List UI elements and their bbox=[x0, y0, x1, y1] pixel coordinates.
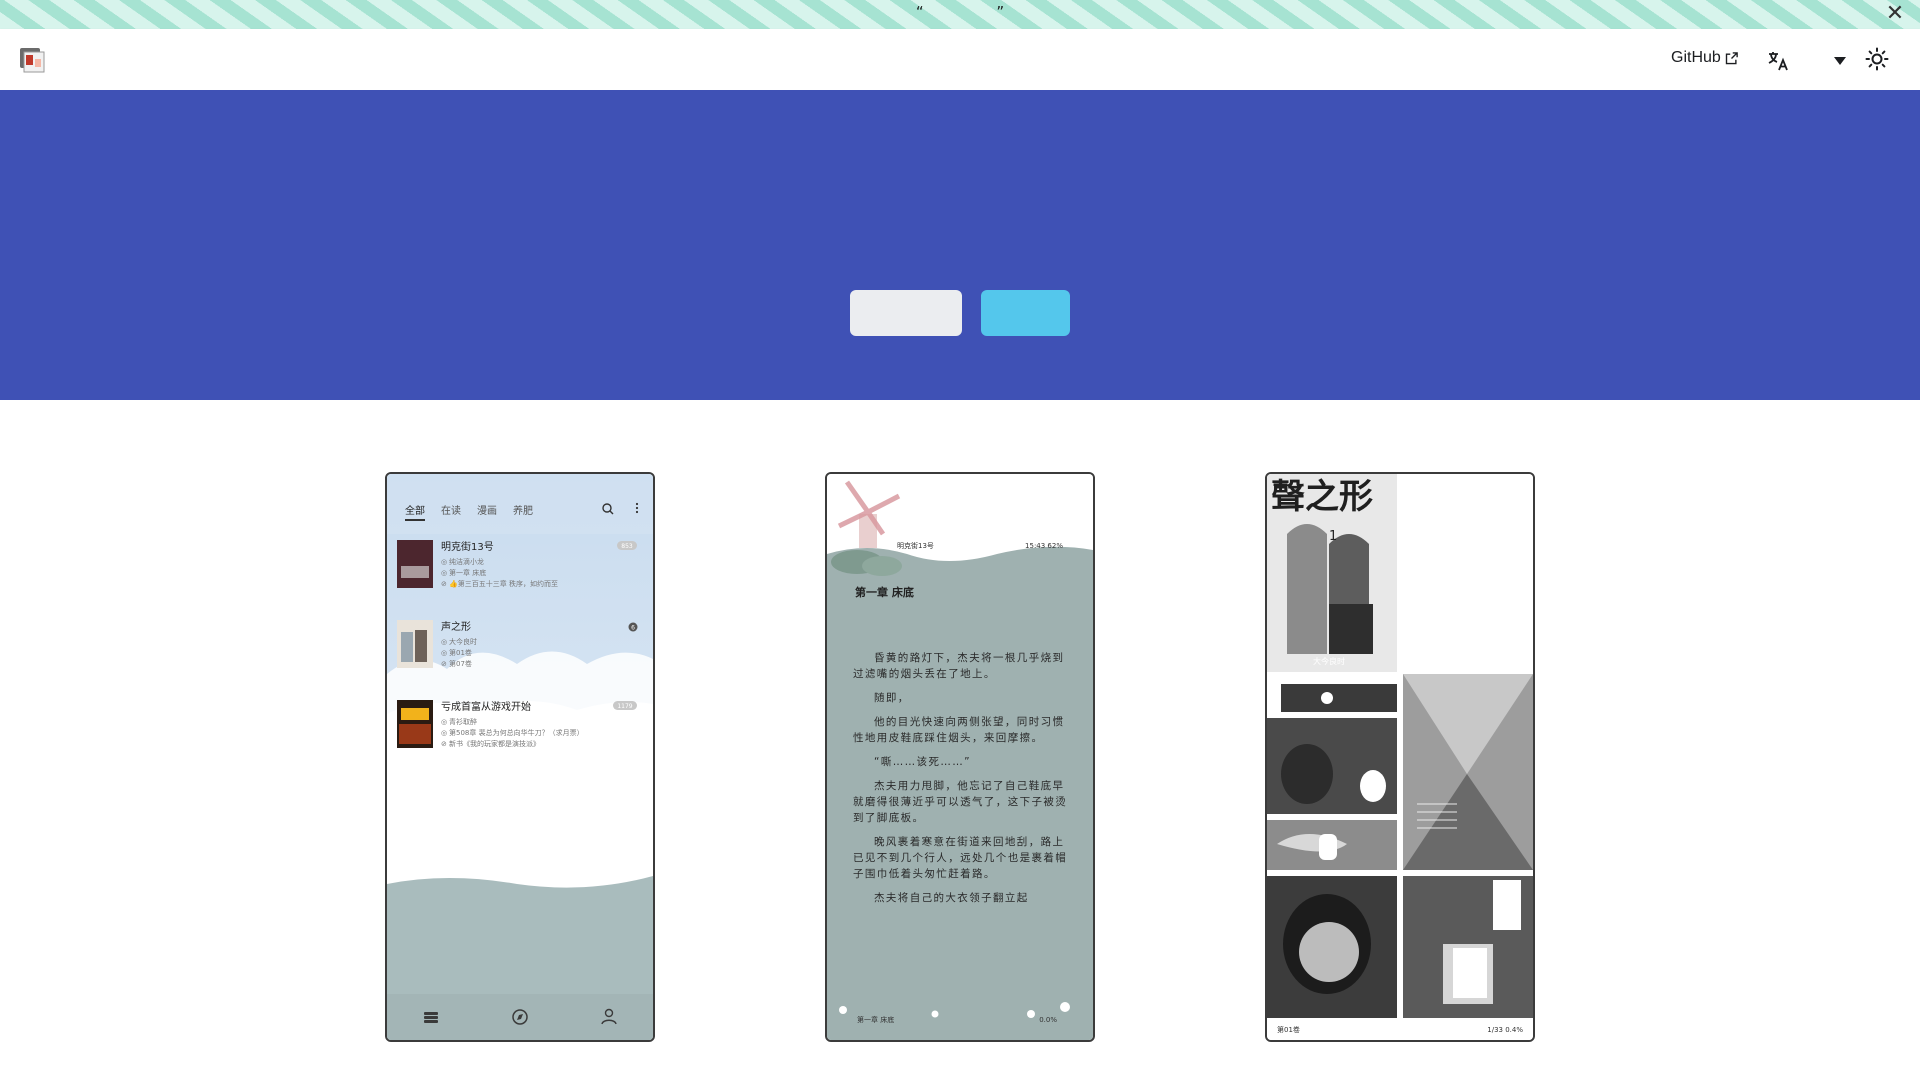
chapter-title: 第一章 床底 bbox=[855, 585, 914, 599]
manga-panel bbox=[1281, 684, 1397, 712]
reader-paragraph: 昏黄的路灯下，杰夫将一根几乎烧到过滤嘴的烟头丢在了地上。 bbox=[853, 652, 1065, 680]
book-author: 大今良时 bbox=[449, 637, 477, 646]
unread-badge: 1179 bbox=[617, 703, 632, 710]
book-progress: 第508章 裴总为何总向华牛刀？（求月票） bbox=[449, 728, 584, 737]
book-title: 声之形 bbox=[441, 620, 471, 633]
screenshot-reader: 明克街13号 15:43 62% 第一章 床底 昏黄的路灯下，杰夫将一根几乎烧到… bbox=[825, 472, 1095, 1042]
svg-text:⊘: ⊘ bbox=[441, 740, 447, 748]
svg-text:◎: ◎ bbox=[441, 649, 447, 657]
book-progress: 第01卷 bbox=[449, 648, 472, 657]
bookshelf-icon[interactable] bbox=[424, 1012, 438, 1023]
book-author: 青衫取醉 bbox=[449, 717, 477, 726]
svg-text:◎: ◎ bbox=[441, 729, 447, 737]
svg-text:◎: ◎ bbox=[441, 638, 447, 646]
unread-badge: 853 bbox=[621, 543, 633, 550]
reader-paragraph: “嘶……该死……” bbox=[874, 756, 971, 768]
hero-banner bbox=[0, 90, 1920, 400]
tab-fatten[interactable]: 养肥 bbox=[513, 504, 533, 517]
book-title: 明克街13号 bbox=[441, 540, 494, 553]
reader-paragraph: 他的目光快速向两侧张望，同时习惯性地用皮鞋底踩住烟头，来回摩擦。 bbox=[853, 716, 1065, 744]
book-author: 纯洁滴小龙 bbox=[449, 557, 484, 566]
svg-text:⊘: ⊘ bbox=[441, 660, 447, 668]
tab-reading[interactable]: 在读 bbox=[441, 504, 461, 517]
book-latest: 第07卷 bbox=[449, 659, 472, 668]
svg-text:◎: ◎ bbox=[441, 558, 447, 566]
reader-footer-progress: 0.0% bbox=[1039, 1016, 1057, 1024]
book-latest: 新书《我的玩家都是演技派》 bbox=[449, 739, 540, 748]
manga-panel bbox=[1403, 674, 1533, 870]
hero-info-button[interactable] bbox=[981, 290, 1070, 336]
book-latest: 👍第三百五十三章 秩序，如约而至 bbox=[449, 579, 558, 588]
translate-icon[interactable] bbox=[1766, 49, 1790, 73]
manga-footer-volume: 第01卷 bbox=[1277, 1025, 1300, 1034]
sun-icon[interactable] bbox=[1865, 47, 1889, 71]
github-link[interactable]: GitHub bbox=[1671, 49, 1739, 67]
more-vertical-icon[interactable] bbox=[635, 502, 639, 514]
tab-all-indicator bbox=[405, 519, 425, 521]
tab-all[interactable]: 全部 bbox=[405, 504, 425, 517]
manga-footer-progress: 1/33 0.4% bbox=[1487, 1026, 1523, 1034]
navbar: GitHub bbox=[0, 29, 1920, 90]
tab-manga[interactable]: 漫画 bbox=[477, 505, 497, 517]
svg-text:◎: ◎ bbox=[441, 569, 447, 577]
unread-badge: 6 bbox=[631, 625, 635, 632]
screenshot-bookshelf: 全部 在读 漫画 养肥 明克街13号 853 ◎ 纯洁滴小龙 ◎ 第一章 床底 … bbox=[385, 472, 655, 1042]
reader-status: 15:43 62% bbox=[1025, 542, 1063, 550]
svg-text:◎: ◎ bbox=[441, 718, 447, 726]
book-title: 亏成首富从游戏开始 bbox=[441, 700, 531, 713]
announcement-bar: “ ” ✕ bbox=[0, 0, 1920, 29]
manga-cover: 聲之形 1 大今良时 bbox=[1267, 474, 1397, 672]
reader-book-title: 明克街13号 bbox=[897, 541, 934, 550]
caret-down-icon[interactable] bbox=[1834, 57, 1846, 65]
svg-text:⊘: ⊘ bbox=[441, 580, 447, 588]
reader-footer-chapter: 第一章 床底 bbox=[857, 1015, 894, 1024]
screenshot-manga: 聲之形 1 大今良时 第01卷 1/33 0.4% bbox=[1265, 472, 1535, 1042]
reader-paragraph: 杰夫用力甩脚，他忘记了自己鞋底早就磨得很薄近乎可以透气了，这下子被烫到了脚底板。 bbox=[853, 780, 1068, 824]
announcement-text: “ ” bbox=[915, 3, 1039, 21]
reader-paragraph: 随即， bbox=[874, 692, 910, 704]
external-link-icon bbox=[1725, 51, 1738, 64]
reader-paragraph: 晚风裹着寒意在街道来回地刮，路上已见不到几个行人，远处几个也是裹着帽子围巾低着头… bbox=[853, 836, 1068, 880]
manga-cover-title: 聲之形 bbox=[1271, 477, 1373, 517]
close-icon[interactable]: ✕ bbox=[1882, 1, 1908, 27]
hero-secondary-button[interactable] bbox=[850, 290, 962, 336]
reader-paragraph: 杰夫将自己的大衣领子翻立起 bbox=[874, 892, 1029, 904]
manga-cover-author: 大今良时 bbox=[1313, 656, 1345, 666]
book-progress: 第一章 床底 bbox=[449, 568, 486, 577]
app-logo[interactable] bbox=[18, 46, 46, 74]
github-label: GitHub bbox=[1671, 49, 1721, 66]
manga-volume-number: 1 bbox=[1329, 529, 1337, 544]
